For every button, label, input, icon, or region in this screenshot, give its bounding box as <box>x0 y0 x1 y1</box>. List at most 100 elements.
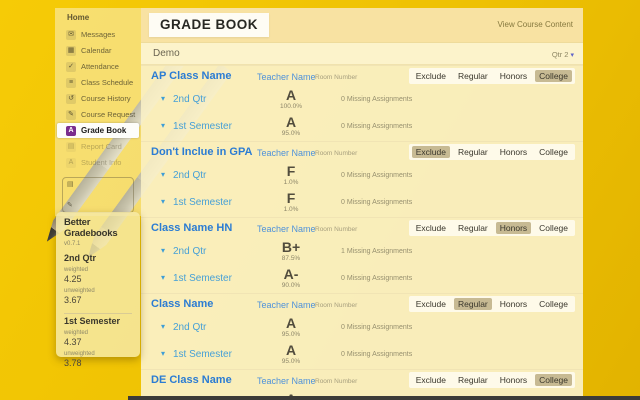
type-button-honors[interactable]: Honors <box>496 146 531 158</box>
teacher-name-link[interactable]: Teacher Name <box>257 72 316 82</box>
type-button-exclude[interactable]: Exclude <box>411 146 450 158</box>
grade-row[interactable]: ▾ 2nd Qtr B+ 87.5% 1 Missing Assignments <box>141 239 583 266</box>
gpa-term: 2nd Qtr weighted 4.25 unweighted 3.67 <box>64 253 132 305</box>
class-name-link[interactable]: Class Name <box>151 298 213 310</box>
room-number-label: Room Number <box>315 150 358 157</box>
grading-period-label[interactable]: 1st Semester <box>173 273 232 284</box>
view-course-content-link[interactable]: View Course Content <box>498 20 573 29</box>
type-button-exclude[interactable]: Exclude <box>412 374 450 386</box>
school-name: Demo <box>153 48 180 59</box>
class-section-header: Don't Inclue in GPA Teacher Name Room Nu… <box>141 142 583 163</box>
sidebar-item-label: Grade Book <box>81 126 127 135</box>
grade-letter: A <box>285 114 297 130</box>
class-name-link[interactable]: Class Name HN <box>151 222 232 234</box>
sidebar-item-label: Report Card <box>81 142 122 151</box>
sidebar: Home ✉ Messages ▦ Calendar ✓ Attendance … <box>55 8 141 216</box>
type-button-honors[interactable]: Honors <box>496 70 531 82</box>
type-button-exclude[interactable]: Exclude <box>412 222 450 234</box>
grade-letter: F <box>286 163 296 179</box>
class-name-link[interactable]: Don't Inclue in GPA <box>151 146 252 158</box>
type-button-exclude[interactable]: Exclude <box>412 298 450 310</box>
type-button-regular[interactable]: Regular <box>453 298 492 310</box>
missing-assignments-label: 0 Missing Assignments <box>341 96 413 103</box>
grade-row[interactable]: ▾ 2nd Qtr A 95.0% 0 Missing Assignments <box>141 315 583 342</box>
student-info-icon: A <box>66 157 76 168</box>
grading-period-label[interactable]: 2nd Qtr <box>173 322 206 333</box>
grade-percent: 95.0% <box>281 358 301 365</box>
grading-period-label[interactable]: 1st Semester <box>173 349 232 360</box>
chevron-down-icon[interactable]: ▾ <box>161 349 165 358</box>
type-button-honors[interactable]: Honors <box>496 374 531 386</box>
sidebar-item-messages[interactable]: ✉ Messages <box>57 27 139 42</box>
teacher-name-link[interactable]: Teacher Name <box>257 376 316 386</box>
envelope-icon: ✉ <box>66 29 76 40</box>
grade-row[interactable]: ▾ 1st Semester F 1.0% 0 Missing Assignme… <box>141 190 583 217</box>
weighted-gpa-value: 4.25 <box>64 274 82 284</box>
grade-row[interactable]: ▾ 2nd Qtr A 100.0% 0 Missing Assignments <box>141 87 583 114</box>
type-button-regular[interactable]: Regular <box>454 374 492 386</box>
chevron-down-icon[interactable]: ▾ <box>161 246 165 255</box>
grade-row[interactable]: ▾ 1st Semester A 95.0% 0 Missing Assignm… <box>141 342 583 369</box>
type-button-college[interactable]: College <box>535 146 572 158</box>
better-gradebooks-panel: Better Gradebooks v0.7.1 2nd Qtr weighte… <box>56 212 140 368</box>
grade-letter: A- <box>283 266 299 282</box>
class-type-toggle-group: Exclude Regular Honors College <box>408 372 575 388</box>
grading-period-label[interactable]: 1st Semester <box>173 121 232 132</box>
sidebar-items: ✉ Messages ▦ Calendar ✓ Attendance ≡ Cla… <box>55 27 141 170</box>
grade-percent: 87.5% <box>281 255 301 262</box>
sidebar-item-student-info[interactable]: A Student Info <box>57 155 139 170</box>
chevron-down-icon[interactable]: ▾ <box>161 121 165 130</box>
class-name-link[interactable]: DE Class Name <box>151 374 232 386</box>
chevron-down-icon[interactable]: ▾ <box>161 273 165 282</box>
chevron-down-icon[interactable]: ▾ <box>161 94 165 103</box>
teacher-name-link[interactable]: Teacher Name <box>257 224 316 234</box>
grading-period-label[interactable]: 2nd Qtr <box>173 170 206 181</box>
chevron-down-icon[interactable]: ▾ <box>161 322 165 331</box>
sidebar-item-class-schedule[interactable]: ≡ Class Schedule <box>57 75 139 90</box>
room-number-label: Room Number <box>315 378 358 385</box>
type-button-college[interactable]: College <box>535 374 572 386</box>
type-button-regular[interactable]: Regular <box>454 70 492 82</box>
term-selector[interactable]: Qtr 2 ▾ <box>552 50 574 59</box>
class-name-link[interactable]: AP Class Name <box>151 70 232 82</box>
type-button-regular[interactable]: Regular <box>454 222 492 234</box>
sidebar-item-label: Student Info <box>81 158 122 167</box>
calendar-icon: ▦ <box>66 45 76 56</box>
type-button-college[interactable]: College <box>535 298 572 310</box>
bottom-bar <box>128 396 640 400</box>
gpa-panel-title: Better Gradebooks <box>64 217 118 239</box>
grade-rows: ▾ 2nd Qtr B+ 87.5% 1 Missing Assignments… <box>141 239 583 293</box>
sidebar-item-attendance[interactable]: ✓ Attendance <box>57 59 139 74</box>
grade-row[interactable]: ▾ 2nd Qtr F 1.0% 0 Missing Assignments <box>141 163 583 190</box>
sidebar-legend-box: ▤ ✎ <box>62 177 134 213</box>
grading-period-label[interactable]: 2nd Qtr <box>173 94 206 105</box>
grade-letter: A <box>285 87 297 103</box>
sidebar-item-course-history[interactable]: ↺ Course History <box>57 91 139 106</box>
sidebar-item-calendar[interactable]: ▦ Calendar <box>57 43 139 58</box>
teacher-name-link[interactable]: Teacher Name <box>257 148 316 158</box>
sidebar-home-label[interactable]: Home <box>55 11 141 26</box>
grade-row[interactable]: ▾ 1st Semester A 95.0% 0 Missing Assignm… <box>141 114 583 141</box>
class-section-header: AP Class Name Teacher Name Room Number E… <box>141 66 583 87</box>
sidebar-item-report-card[interactable]: ▤ Report Card <box>57 139 139 154</box>
grade-row[interactable]: ▾ 1st Semester A- 90.0% 0 Missing Assign… <box>141 266 583 293</box>
grading-period-label[interactable]: 2nd Qtr <box>173 246 206 257</box>
type-button-college[interactable]: College <box>535 70 572 82</box>
grade-percent: 100.0% <box>279 103 303 110</box>
school-row[interactable]: Demo Qtr 2 ▾ <box>141 43 583 65</box>
grading-period-label[interactable]: 1st Semester <box>173 197 232 208</box>
sidebar-item-grade-book[interactable]: A Grade Book <box>57 123 139 138</box>
type-button-honors[interactable]: Honors <box>495 222 532 234</box>
type-button-exclude[interactable]: Exclude <box>412 70 450 82</box>
class-type-toggle-group: Exclude Regular Honors College <box>408 144 575 160</box>
chevron-down-icon[interactable]: ▾ <box>161 197 165 206</box>
type-button-college[interactable]: College <box>535 222 572 234</box>
class-type-toggle-group: Exclude Regular Honors College <box>408 296 575 312</box>
type-button-regular[interactable]: Regular <box>454 146 492 158</box>
type-button-honors[interactable]: Honors <box>496 298 531 310</box>
class-section-ap-class-name: AP Class Name Teacher Name Room Number E… <box>141 65 583 141</box>
teacher-name-link[interactable]: Teacher Name <box>257 300 316 310</box>
chevron-down-icon[interactable]: ▾ <box>161 170 165 179</box>
sidebar-item-course-request[interactable]: ✎ Course Request <box>57 107 139 122</box>
missing-assignments-label: 0 Missing Assignments <box>341 351 413 358</box>
